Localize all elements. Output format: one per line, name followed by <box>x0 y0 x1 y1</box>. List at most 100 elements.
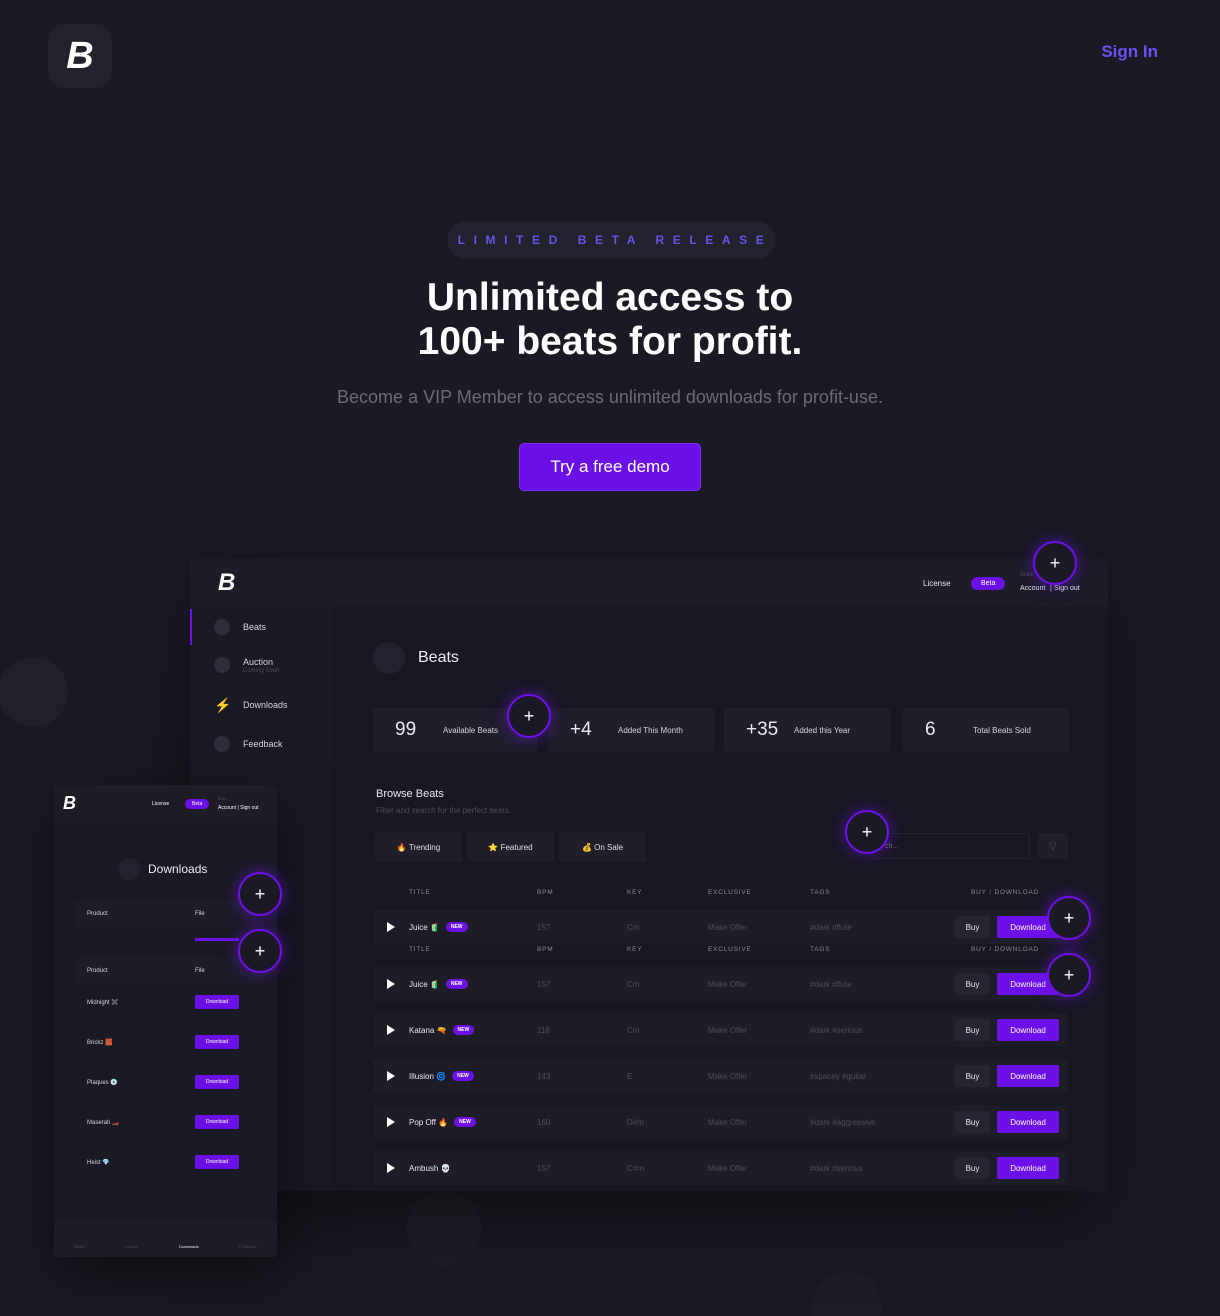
brand-logo[interactable]: B <box>48 24 112 88</box>
sidebar-item-feedback[interactable]: Feedback <box>190 726 333 762</box>
hotspot-plus[interactable]: + <box>238 872 282 916</box>
row-exclusive: Make Offer <box>708 1117 748 1127</box>
signout-link[interactable]: Sign out <box>1054 585 1080 592</box>
product-name: Heist 💎 <box>87 1159 110 1166</box>
mobile-table-header: Product File <box>75 957 257 985</box>
table-row[interactable]: Ambush 💀 157 C#m Make Offer #dark #serio… <box>373 1151 1068 1185</box>
account-signout-links[interactable]: Account | Sign out <box>218 805 259 811</box>
row-tags: #dark #flute <box>810 979 852 989</box>
hotspot-plus[interactable]: + <box>845 810 889 854</box>
page-title: Beats <box>418 649 459 666</box>
license-link[interactable]: License <box>152 801 169 807</box>
tab-downloads[interactable]: Downloads <box>179 1244 199 1249</box>
table-row[interactable]: Juice 🧃 NEW 157 Cm Make Offer #dark #flut… <box>373 967 1068 1001</box>
buy-button[interactable]: Buy <box>955 916 990 938</box>
row-exclusive: Make Offer <box>708 922 748 932</box>
hero-subtitle: Become a VIP Member to access unlimited … <box>337 387 883 407</box>
progress-bar <box>195 938 239 941</box>
dashboard-preview: B License Beta Brad Account | Sign out B… <box>190 559 1108 1191</box>
mobile-logo[interactable]: B <box>63 793 76 814</box>
product-name: Brickz 🧱 <box>87 1039 113 1046</box>
new-badge: NEW <box>452 1025 475 1035</box>
play-icon[interactable] <box>387 922 395 932</box>
hotspot-plus[interactable]: + <box>1033 541 1077 585</box>
download-button[interactable]: Download <box>195 1155 239 1169</box>
new-badge: NEW <box>445 979 468 989</box>
row-title: Illusion 🌀 NEW <box>409 1059 474 1093</box>
download-button[interactable]: Download <box>195 1035 239 1049</box>
table-row[interactable]: Juice 🧃 NEW 157 Cm Make Offer #dark #flut… <box>373 910 1068 944</box>
play-icon[interactable] <box>387 1163 395 1173</box>
hotspot-plus[interactable]: + <box>1047 896 1091 940</box>
play-icon[interactable] <box>387 1117 395 1127</box>
filter-on-sale[interactable]: 💰 On Sale <box>559 832 646 862</box>
download-button[interactable]: Download <box>997 1157 1059 1179</box>
filter-trending[interactable]: 🔥 Trending <box>375 832 462 862</box>
sign-in-link[interactable]: Sign In <box>1101 42 1158 62</box>
sidebar-item-label: Downloads <box>243 700 288 710</box>
table-row[interactable]: Illusion 🌀 NEW 143 E Make Offer #spacey #… <box>373 1059 1068 1093</box>
sidebar-item-auction[interactable]: Auction Coming Soon <box>190 647 333 683</box>
play-icon[interactable] <box>387 1025 395 1035</box>
stat-label: Added this Year <box>794 725 851 735</box>
sidebar-item-label: Auction <box>243 656 274 667</box>
column-product: Product <box>87 911 108 917</box>
row-bpm: 143 <box>537 1071 551 1081</box>
column-title: TITLE <box>409 889 431 896</box>
list-item: Maserati 🏎️ Download <box>75 1108 257 1136</box>
list-item: Brickz 🧱 Download <box>75 1028 257 1056</box>
download-button[interactable]: Download <box>195 1115 239 1129</box>
row-key: D#m <box>627 1117 644 1127</box>
buy-button[interactable]: Buy <box>955 1065 990 1087</box>
table-row[interactable]: Pop Off 🔥 NEW 160 D#m Make Offer #dark #a… <box>373 1105 1068 1139</box>
download-button[interactable]: Download <box>997 1111 1059 1133</box>
tab-feedback[interactable]: Feedback <box>239 1244 257 1249</box>
play-icon[interactable] <box>387 979 395 989</box>
sidebar-item-beats[interactable]: Beats <box>190 609 333 645</box>
beta-badge: LIMITED BETA RELEASE <box>447 221 775 259</box>
row-title: Katana 🔫 NEW <box>409 1013 475 1047</box>
stat-value: +4 <box>570 719 592 740</box>
download-button[interactable]: Download <box>997 1019 1059 1041</box>
row-key: E <box>627 1071 633 1081</box>
hotspot-plus[interactable]: + <box>1047 953 1091 997</box>
table-header: TITLE BPM KEY EXCLUSIVE TAGS BUY / DOWNL… <box>373 889 1068 899</box>
filter-icon[interactable]: ▽ <box>1038 833 1068 859</box>
tab-auction[interactable]: Auction <box>125 1244 138 1249</box>
beta-pill: Beta <box>185 799 210 809</box>
row-tags: #dark #serious <box>810 1025 863 1035</box>
sidebar-item-label: Beats <box>243 622 267 632</box>
buy-button[interactable]: Buy <box>955 973 990 995</box>
buy-button[interactable]: Buy <box>955 1019 990 1041</box>
hotspot-plus[interactable]: + <box>238 929 282 973</box>
tab-beats[interactable]: Beats <box>74 1244 84 1249</box>
list-item: Midnight ✖️ Download <box>75 988 257 1016</box>
nav-divider: | <box>1050 585 1052 592</box>
new-badge: NEW <box>445 922 468 932</box>
download-button[interactable]: Download <box>997 1065 1059 1087</box>
account-link[interactable]: Account <box>1020 585 1045 592</box>
logo-mark: B <box>66 34 94 77</box>
row-key: Cm <box>627 922 640 932</box>
row-bpm: 160 <box>537 1117 551 1127</box>
license-link[interactable]: License <box>923 579 951 588</box>
decor-circle-bottom-right <box>812 1272 882 1316</box>
column-exclusive: EXCLUSIVE <box>708 946 752 953</box>
buy-button[interactable]: Buy <box>955 1157 990 1179</box>
search-input[interactable] <box>872 833 1030 859</box>
sidebar-item-downloads[interactable]: ⚡ Downloads <box>190 687 333 723</box>
hotspot-plus[interactable]: + <box>507 694 551 738</box>
table-row[interactable]: Katana 🔫 NEW 118 Cm Make Offer #dark #ser… <box>373 1013 1068 1047</box>
column-bpm: BPM <box>537 946 554 953</box>
table-header: TITLE BPM KEY EXCLUSIVE TAGS BUY / DOWNL… <box>373 946 1068 956</box>
play-icon[interactable] <box>387 1071 395 1081</box>
free-demo-button[interactable]: Try a free demo <box>520 444 700 490</box>
row-tags: #dark #aggressive <box>810 1117 876 1127</box>
row-bpm: 118 <box>537 1025 550 1035</box>
buy-button[interactable]: Buy <box>955 1111 990 1133</box>
dashboard-logo[interactable]: B <box>218 569 235 597</box>
filter-featured[interactable]: ⭐ Featured <box>467 832 554 862</box>
list-item: Heist 💎 Download <box>75 1148 257 1176</box>
download-button[interactable]: Download <box>195 1075 239 1089</box>
download-button[interactable]: Download <box>195 995 239 1009</box>
